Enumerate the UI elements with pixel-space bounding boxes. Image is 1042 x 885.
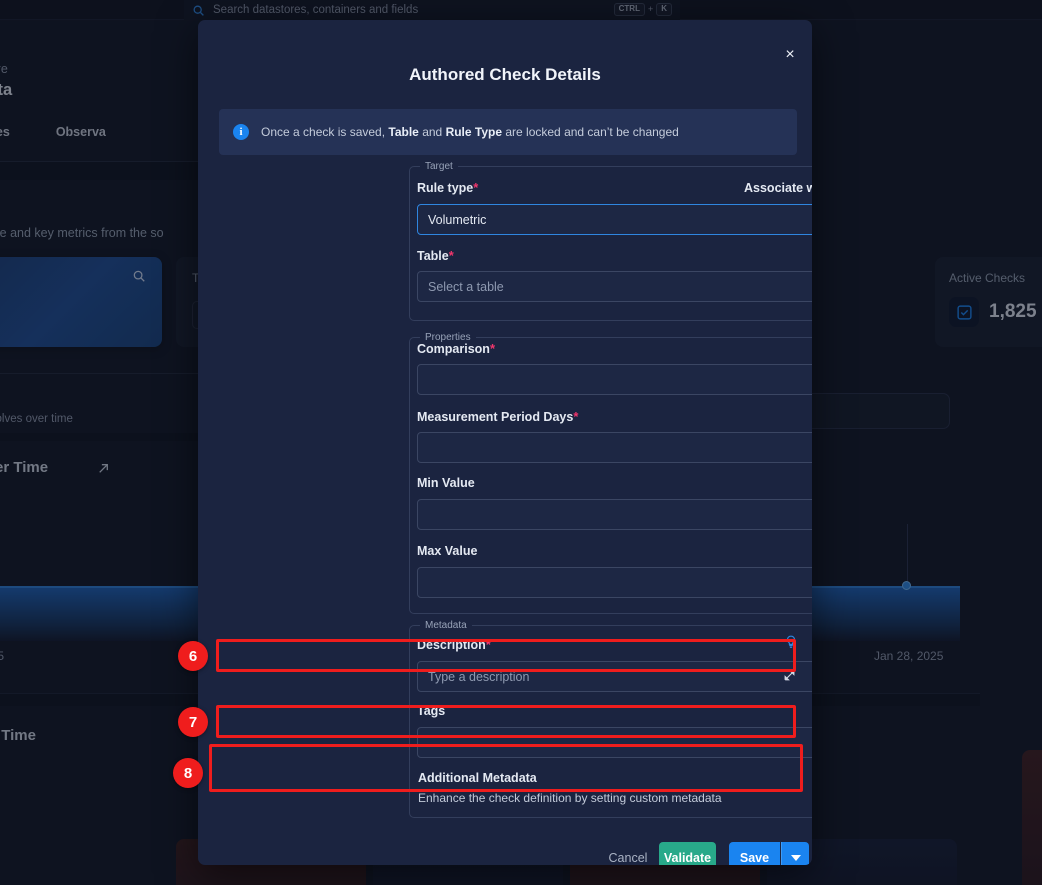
- info-suffix: are locked and can’t be changed: [502, 125, 679, 139]
- max-value-label: Max Value: [417, 544, 478, 558]
- measurement-period-days-label-text: Measurement Period Days: [417, 410, 574, 424]
- info-middle: and: [418, 125, 446, 139]
- annotation-badge-7: 7: [178, 707, 208, 737]
- comparison-label-text: Comparison: [417, 342, 490, 356]
- dialog-title: Authored Check Details: [409, 65, 601, 84]
- description-label-text: Description: [417, 638, 486, 652]
- validate-button[interactable]: Validate: [659, 842, 716, 865]
- associate-template-label: Associate with a Check template: [744, 181, 812, 195]
- info-prefix: Once a check is saved,: [261, 125, 389, 139]
- rule-type-label: Rule type*: [417, 180, 478, 195]
- measurement-period-days-label: Measurement Period Days*: [417, 409, 578, 424]
- target-group-legend: Target: [425, 161, 453, 172]
- dialog-footer: Cancel Validate Save: [198, 838, 812, 865]
- tags-label: Tags: [417, 704, 446, 718]
- save-options-dropdown[interactable]: [781, 842, 809, 865]
- annotation-badge-6: 6: [178, 641, 208, 671]
- table-required-mark: *: [448, 248, 454, 263]
- comparison-label: Comparison*: [417, 341, 495, 356]
- close-icon[interactable]: ×: [781, 46, 799, 64]
- additional-metadata-title: Additional Metadata: [418, 771, 537, 785]
- chevron-down-icon: [790, 854, 801, 861]
- annotation-badge-8: 8: [173, 758, 203, 788]
- cancel-button[interactable]: Cancel: [599, 842, 657, 865]
- associate-template-control[interactable]: Associate with a Check template i: [744, 180, 812, 196]
- measurement-period-days-input[interactable]: [417, 432, 812, 463]
- description-label: Description*: [417, 637, 491, 652]
- rule-type-required-mark: *: [473, 180, 479, 195]
- description-field[interactable]: Type a description: [417, 661, 812, 692]
- comparison-required-mark: *: [489, 341, 495, 356]
- min-value-input[interactable]: [417, 499, 812, 530]
- info-bold-table: Table: [388, 125, 419, 139]
- metadata-group-legend: Metadata: [425, 620, 467, 631]
- comparison-select[interactable]: [417, 364, 812, 395]
- table-select[interactable]: Select a table: [417, 271, 812, 302]
- min-value-label: Min Value: [417, 476, 475, 490]
- rule-type-label-text: Rule type: [417, 181, 474, 195]
- locked-fields-info-banner: i Once a check is saved, Table and Rule …: [219, 109, 797, 155]
- lightbulb-icon[interactable]: [784, 633, 798, 651]
- description-placeholder: Type a description: [428, 669, 530, 684]
- description-required-mark: *: [485, 637, 491, 652]
- save-button[interactable]: Save: [729, 842, 780, 865]
- measurement-period-required-mark: *: [573, 409, 579, 424]
- info-icon: i: [233, 124, 249, 140]
- info-bold-rule-type: Rule Type: [445, 125, 503, 139]
- table-placeholder: Select a table: [428, 279, 504, 294]
- info-banner-text: Once a check is saved, Table and Rule Ty…: [261, 125, 679, 139]
- table-label: Table*: [417, 248, 454, 263]
- rule-type-value: Volumetric: [428, 212, 487, 227]
- tags-field[interactable]: [417, 727, 812, 758]
- table-label-text: Table: [417, 249, 449, 263]
- rule-type-select[interactable]: Volumetric ✕: [417, 204, 812, 235]
- additional-metadata-subtitle: Enhance the check definition by setting …: [418, 791, 722, 805]
- expand-icon[interactable]: [783, 669, 796, 682]
- max-value-input[interactable]: [417, 567, 812, 598]
- authored-check-details-dialog: × Authored Check Details i Once a check …: [198, 20, 812, 865]
